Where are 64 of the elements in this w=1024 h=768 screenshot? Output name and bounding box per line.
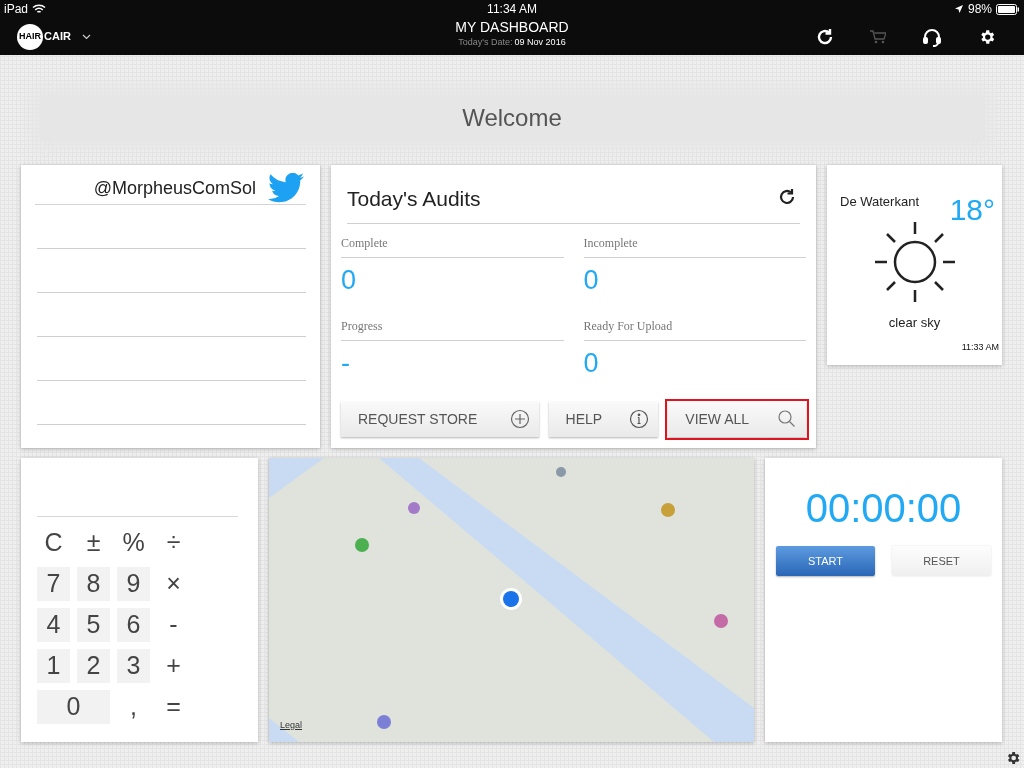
plus-icon bbox=[509, 409, 530, 429]
calculator-key[interactable]: 9 bbox=[117, 567, 150, 601]
calculator-key[interactable]: 0 bbox=[37, 690, 110, 724]
search-icon bbox=[777, 409, 797, 429]
reset-button[interactable]: RESET bbox=[892, 546, 991, 576]
device-name: iPad bbox=[4, 1, 29, 18]
action-button[interactable]: VIEW ALL bbox=[668, 401, 806, 437]
calculator-key[interactable]: 5 bbox=[77, 608, 110, 642]
stat-label: Ready For Upload bbox=[583, 316, 806, 341]
calculator-key[interactable]: 3 bbox=[117, 649, 150, 683]
cart-icon[interactable] bbox=[870, 29, 886, 44]
dashboard-title: MY DASHBOARD bbox=[455, 19, 569, 37]
battery-level: 98% bbox=[967, 1, 992, 18]
calculator-key[interactable]: ÷ bbox=[157, 526, 190, 560]
date-value: 09 Nov 2016 bbox=[514, 36, 566, 48]
stat-label: Progress bbox=[341, 316, 564, 341]
audits-title: Today's Audits bbox=[347, 186, 481, 212]
battery-icon bbox=[996, 3, 1020, 15]
calculator-key[interactable]: 7 bbox=[37, 567, 70, 601]
location-arrow-icon bbox=[953, 4, 964, 14]
action-button[interactable]: REQUEST STORE bbox=[341, 401, 539, 437]
stat-value: 0 bbox=[341, 263, 358, 297]
bird-icon bbox=[268, 173, 304, 203]
calculator-key[interactable]: 6 bbox=[117, 608, 150, 642]
logo-badge: HAIR bbox=[17, 23, 43, 50]
calculator-key[interactable]: 4 bbox=[37, 608, 70, 642]
stat-label: Incomplete bbox=[583, 233, 806, 258]
calculator-key[interactable]: 1 bbox=[37, 649, 70, 683]
calculator-key[interactable]: + bbox=[157, 649, 190, 683]
action-button[interactable]: HELP bbox=[548, 401, 659, 437]
calculator-key[interactable]: 2 bbox=[77, 649, 110, 683]
stat-value: 0 bbox=[583, 346, 600, 380]
settings-icon[interactable] bbox=[1005, 750, 1021, 766]
refresh-icon[interactable] bbox=[778, 187, 796, 206]
welcome-title: Welcome bbox=[462, 103, 562, 133]
calculator-key[interactable]: ± bbox=[77, 526, 110, 560]
legal-link[interactable]: Legal bbox=[280, 718, 303, 732]
clock: 11:34 AM bbox=[487, 1, 537, 18]
logo[interactable]: HAIR CAIR bbox=[17, 23, 91, 50]
calculator-key[interactable]: - bbox=[157, 608, 190, 642]
calculator-key[interactable]: C bbox=[37, 526, 70, 560]
start-button[interactable]: START bbox=[776, 546, 875, 576]
stat-value: 0 bbox=[583, 263, 600, 297]
stat-value: - bbox=[341, 346, 351, 380]
map[interactable]: Legal bbox=[269, 458, 754, 742]
logo-text: CAIR bbox=[44, 29, 71, 45]
headset-icon[interactable] bbox=[922, 26, 942, 47]
twitter-handle: @MorpheusComSol bbox=[93, 177, 256, 200]
wifi-icon bbox=[32, 4, 47, 14]
calculator-key[interactable]: 8 bbox=[77, 567, 110, 601]
stat-label: Complete bbox=[341, 233, 564, 258]
calculator-key[interactable]: × bbox=[157, 567, 190, 601]
info-icon bbox=[629, 409, 650, 429]
calculator-key[interactable]: = bbox=[157, 690, 190, 724]
chevron-down-icon bbox=[81, 33, 91, 40]
weather-location: De Waterkant bbox=[840, 193, 919, 211]
calculator-key[interactable]: , bbox=[117, 690, 150, 724]
weather-updated-time: 11:33 AM bbox=[961, 340, 999, 354]
date-label: Today's Date: bbox=[458, 36, 513, 48]
stopwatch-time: 00:00:00 bbox=[805, 488, 962, 528]
temperature: 18° bbox=[949, 195, 995, 225]
refresh-icon[interactable] bbox=[816, 27, 834, 46]
weather-condition: clear sky bbox=[888, 314, 941, 332]
calculator-key[interactable]: % bbox=[117, 526, 150, 560]
